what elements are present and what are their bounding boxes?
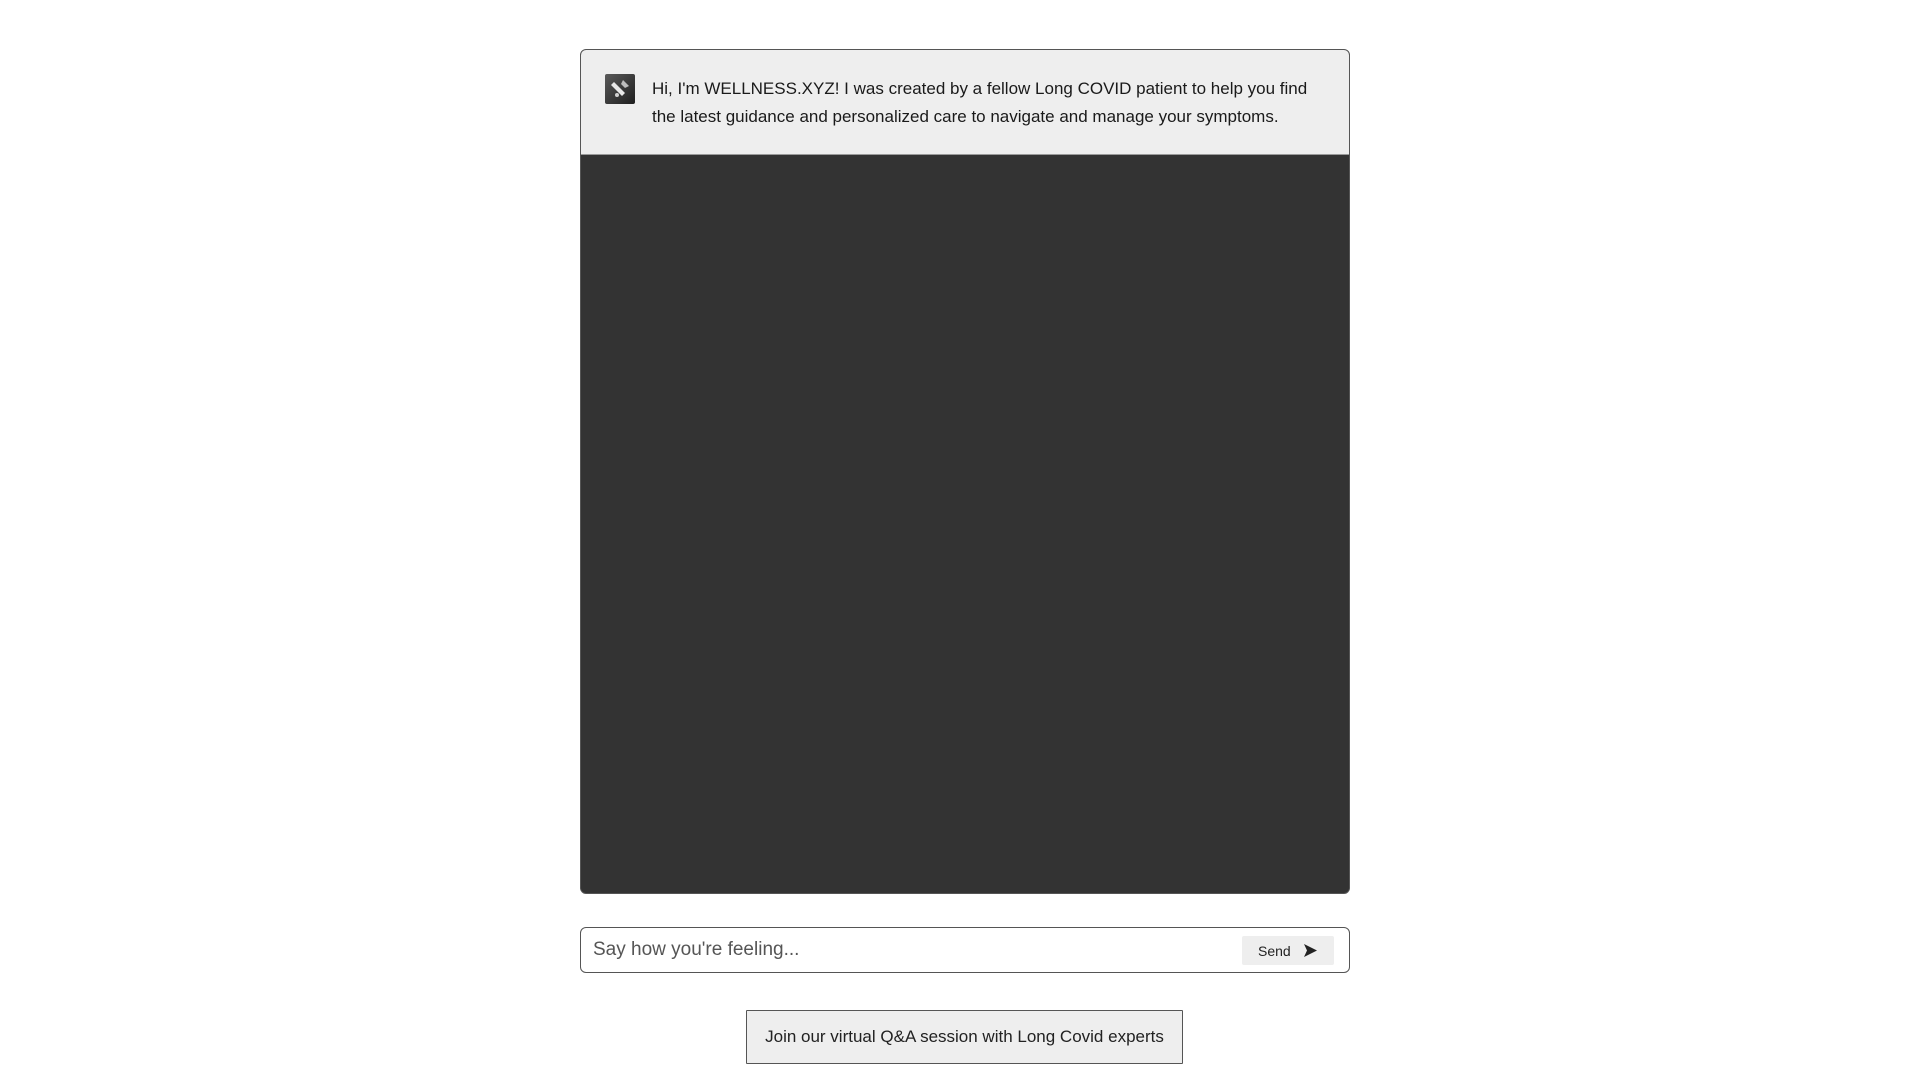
bot-message: Hi, I'm WELLNESS.XYZ! I was created by a…: [581, 50, 1349, 155]
join-qa-session-button[interactable]: Join our virtual Q&A session with Long C…: [746, 1010, 1183, 1064]
message-composer: Send: [580, 927, 1350, 973]
bot-message-text: Hi, I'm WELLNESS.XYZ! I was created by a…: [652, 79, 1308, 126]
send-arrow-icon: [1303, 943, 1318, 958]
message-input[interactable]: [593, 934, 1213, 966]
bot-avatar-icon: [605, 74, 635, 104]
chat-window: Hi, I'm WELLNESS.XYZ! I was created by a…: [580, 49, 1350, 894]
send-button-label: Send: [1258, 943, 1291, 959]
send-button[interactable]: Send: [1242, 936, 1334, 965]
